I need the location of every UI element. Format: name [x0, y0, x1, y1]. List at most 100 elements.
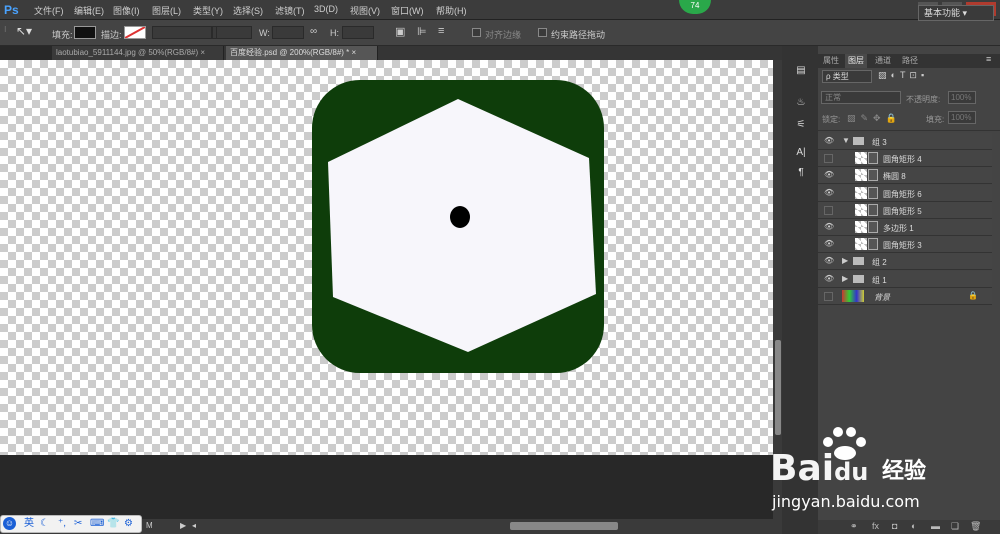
ime-skin-icon[interactable]: 👕: [107, 517, 119, 530]
expand-arrow-icon[interactable]: ▼: [842, 136, 850, 145]
vector-mask-icon: [868, 152, 878, 165]
vector-mask-icon: [868, 221, 878, 233]
layer-name: 圆角矩形 5: [883, 206, 922, 216]
layer-row[interactable]: 背景 🔒: [818, 287, 992, 305]
eye-icon[interactable]: 👁: [824, 188, 834, 197]
layer-thumbnail: [855, 238, 867, 251]
new-group-icon[interactable]: ▬: [931, 521, 940, 531]
add-mask-icon[interactable]: ◘: [892, 521, 897, 531]
black-ellipse: [450, 206, 470, 228]
horizontal-scroll-thumb[interactable]: [510, 522, 618, 530]
trash-icon[interactable]: 🗑: [970, 521, 981, 532]
ime-moon-icon[interactable]: ☾: [40, 517, 49, 530]
ime-keyboard-icon[interactable]: ⌨: [90, 517, 104, 530]
collapse-arrow-icon[interactable]: ▶: [842, 274, 848, 283]
opacity-label: 不透明度:: [906, 95, 941, 104]
layer-name: 组 3: [872, 138, 887, 147]
tab-channels[interactable]: 通道: [872, 54, 894, 68]
layer-row[interactable]: 圆角矩形 4: [818, 150, 992, 168]
lock-label: 锁定:: [822, 115, 841, 124]
layer-row[interactable]: 👁 ▶ 组 1: [818, 270, 992, 288]
eye-icon[interactable]: 👁: [824, 257, 834, 265]
watermark-jingyan: 经验: [882, 458, 927, 483]
ime-scissors-icon[interactable]: ✂: [74, 517, 82, 530]
folder-icon: [853, 257, 864, 266]
watermark-du-text: du: [834, 458, 869, 486]
watermark-url: jingyan.baidu.com: [772, 492, 920, 511]
eye-icon[interactable]: 👁: [824, 240, 834, 248]
layer-row[interactable]: 圆角矩形 5: [818, 201, 992, 219]
lock-icon: 🔒: [968, 290, 978, 300]
ime-toolbar: [0, 515, 142, 533]
collapse-arrow-icon[interactable]: ▶: [842, 256, 848, 265]
paragraph-icon[interactable]: ¶: [794, 166, 808, 180]
layer-name: 圆角矩形 3: [883, 241, 922, 251]
watermark-bai-text: Bai: [770, 448, 835, 489]
workspace-label: 基本功能: [924, 8, 961, 18]
blend-mode-select[interactable]: 正常: [821, 91, 901, 104]
visibility-toggle[interactable]: [824, 154, 833, 164]
background-thumbnail: [842, 289, 864, 302]
eye-icon[interactable]: 👁: [824, 171, 834, 179]
layer-name: 椭圆 8: [883, 172, 906, 182]
new-layer-icon[interactable]: ❏: [951, 521, 959, 532]
layer-row[interactable]: 👁 ▶ 组 2: [818, 253, 992, 271]
ime-lang-icon[interactable]: 英: [24, 517, 34, 530]
fill-label: 填充:: [926, 115, 945, 124]
brush-preset-icon[interactable]: ♨: [794, 96, 808, 110]
layer-thumbnail: [855, 221, 867, 233]
layer-row[interactable]: 👁 椭圆 8: [818, 167, 992, 185]
workspace-select[interactable]: 基本功能 ▾: [918, 5, 994, 21]
folder-icon: [853, 274, 864, 283]
character-icon[interactable]: A|: [794, 146, 808, 160]
link-layers-icon[interactable]: ⚭: [850, 521, 858, 532]
layer-name: 背景: [874, 292, 890, 302]
visibility-toggle[interactable]: [824, 291, 833, 301]
filter-kind-select[interactable]: ρ 类型: [822, 70, 872, 83]
filter-kind-label: ρ 类型: [826, 72, 849, 81]
vector-mask-icon: [868, 169, 878, 182]
ime-punct-icon[interactable]: ⁺,: [58, 517, 66, 530]
filter-icons[interactable]: ▨◐T⊡▪: [878, 70, 928, 81]
vector-mask-icon: [868, 186, 878, 199]
fill-field[interactable]: 100%: [948, 111, 976, 124]
eye-icon[interactable]: 👁: [824, 137, 834, 145]
layer-name: 圆角矩形 4: [883, 155, 922, 165]
ime-settings-icon[interactable]: ⚙: [124, 517, 133, 530]
tab-layers[interactable]: 图层: [845, 54, 867, 68]
layer-thumbnail: [855, 152, 867, 165]
panel-menu-icon[interactable]: ≡: [986, 54, 991, 64]
visibility-toggle[interactable]: [824, 205, 833, 215]
layer-name: 多边形 1: [883, 224, 914, 233]
layer-row[interactable]: 👁 多边形 1: [818, 219, 992, 236]
scroll-left-icon[interactable]: ◂: [192, 521, 196, 530]
lock-icons[interactable]: ▨✎✥🔒: [847, 113, 902, 124]
layer-thumbnail: [855, 186, 867, 199]
vector-mask-icon: [868, 238, 878, 251]
layer-row[interactable]: 👁 圆角矩形 3: [818, 236, 992, 254]
layer-name: 组 2: [872, 258, 887, 268]
watermark-bai: Baidu: [770, 448, 868, 489]
eye-icon[interactable]: 👁: [824, 274, 834, 283]
pasteboard: [0, 455, 773, 515]
adjustment-layer-icon[interactable]: ◐: [911, 521, 916, 531]
folder-icon: [853, 137, 864, 145]
layer-name: 组 1: [872, 275, 887, 285]
adjustments-icon[interactable]: ⚟: [794, 118, 808, 132]
opacity-field[interactable]: 100%: [948, 91, 976, 104]
history-icon[interactable]: ▤: [794, 64, 808, 78]
layer-name: 圆角矩形 6: [883, 189, 922, 199]
artwork: [312, 80, 604, 373]
status-text: M: [146, 521, 153, 530]
ime-logo-icon[interactable]: ☺: [3, 517, 16, 530]
tab-properties[interactable]: 属性: [820, 54, 842, 68]
tab-paths[interactable]: 路径: [899, 54, 921, 68]
layer-row[interactable]: 👁 ▼ 组 3: [818, 133, 992, 150]
layer-thumbnail: [855, 203, 867, 216]
eye-icon[interactable]: 👁: [824, 223, 834, 231]
layer-row[interactable]: 👁 圆角矩形 6: [818, 184, 992, 202]
status-arrow-icon[interactable]: ▶: [180, 521, 186, 530]
baidu-watermark: Baidu 经验 jingyan.baidu.com: [700, 420, 960, 520]
fx-icon[interactable]: fx: [872, 521, 879, 531]
blend-mode-label: 正常: [825, 93, 841, 102]
